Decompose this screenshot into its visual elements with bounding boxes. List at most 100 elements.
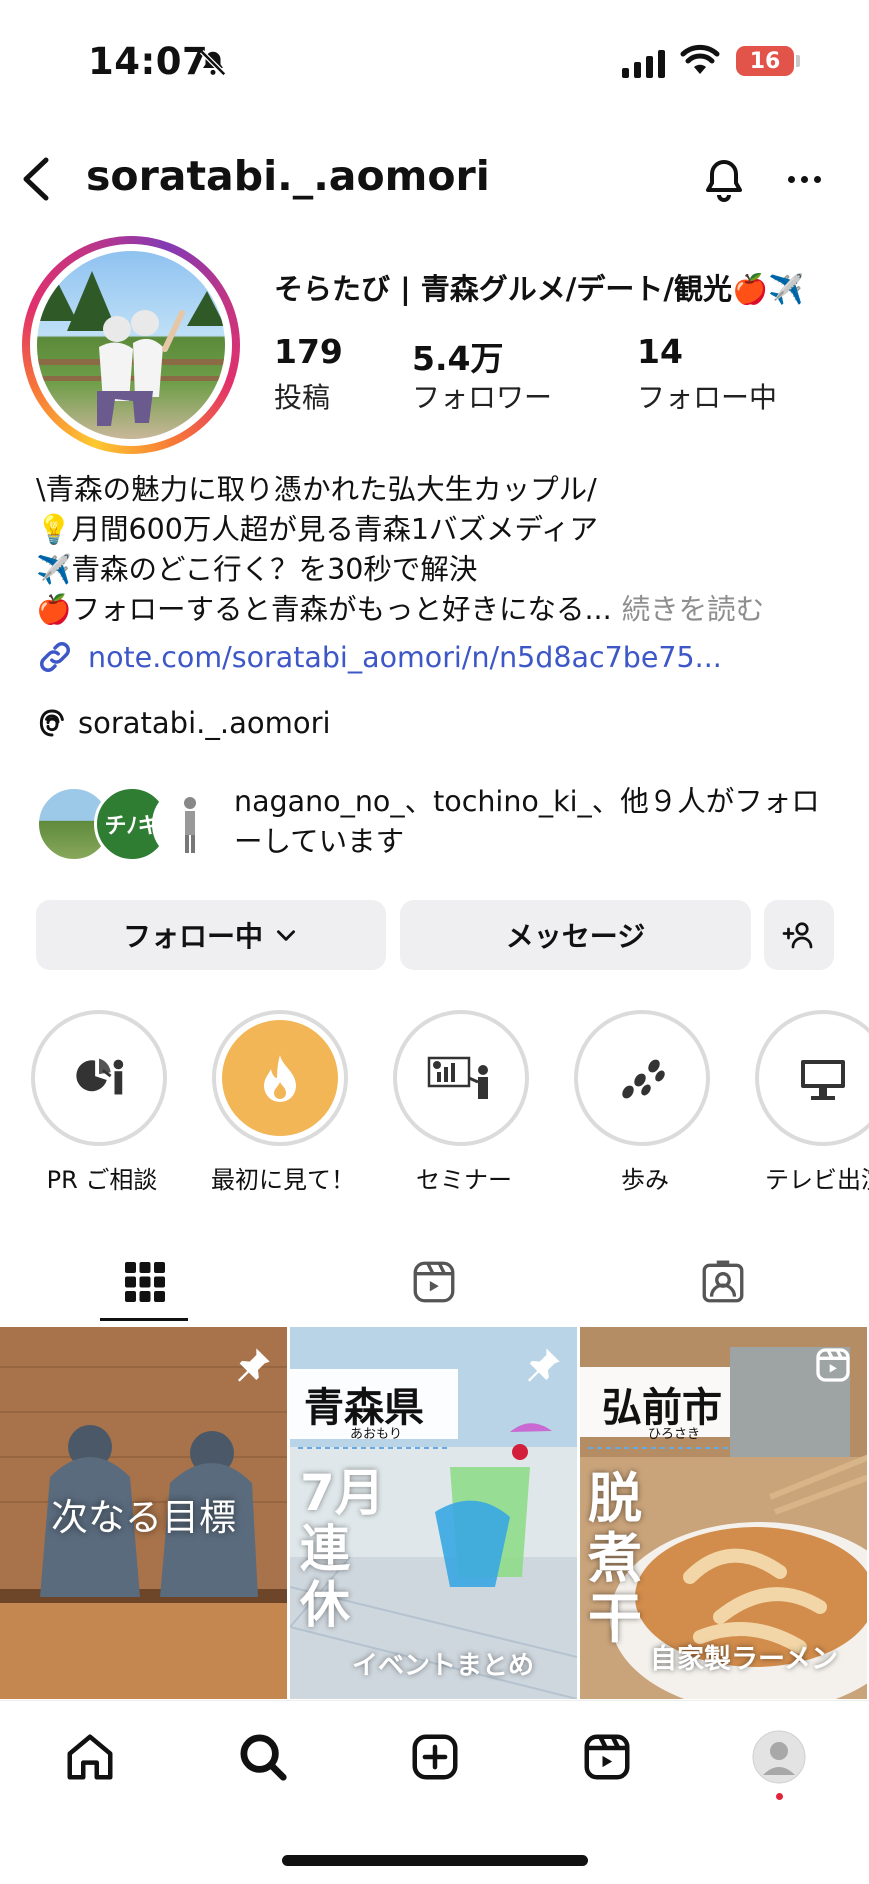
nav-create[interactable]	[405, 1727, 465, 1787]
presentation-icon	[427, 1056, 488, 1099]
tagged-icon	[702, 1260, 743, 1303]
profile-avatar[interactable]	[37, 251, 225, 439]
followers-label[interactable]: フォロワー	[412, 376, 552, 416]
profile-username: soratabi._.aomori	[86, 152, 490, 200]
notification-dot	[776, 1793, 783, 1800]
battery-indicator: 16	[736, 46, 794, 76]
avatar	[152, 786, 228, 862]
bio-line-last: 🍎フォローすると青森がもっと好きになる... 続きを読む	[36, 590, 764, 630]
post-big-text: 7月 連 休	[300, 1465, 385, 1633]
more-options-icon[interactable]	[788, 176, 821, 183]
display-name: そらたび | 青森グルメ/デート/観光🍎✈️	[274, 272, 805, 306]
post-tile[interactable]: 次なる目標	[0, 1327, 287, 1699]
highlight-label: PR ご相談	[46, 1166, 158, 1194]
post-furigana: ひろさき	[648, 1427, 701, 1442]
following-button-label: フォロー中	[122, 920, 263, 953]
post-big-line: 休	[300, 1576, 350, 1634]
cellular-signal-icon	[622, 50, 665, 78]
consult-icon	[76, 1058, 124, 1095]
post-tile[interactable]: 弘前市 ひろさき 脱 煮 干 自家製ラーメン	[580, 1327, 867, 1699]
post-big-line: 脱	[588, 1467, 642, 1530]
post-furigana: あおもり	[350, 1427, 403, 1442]
pin-icon	[238, 1348, 270, 1382]
profile-avatar	[752, 1730, 806, 1784]
link-icon	[40, 642, 70, 672]
highlight-seminar[interactable]: セミナー	[393, 1010, 535, 1195]
highlight-first[interactable]: 最初に見て！	[211, 1010, 355, 1195]
monitor-icon	[801, 1060, 845, 1100]
back-icon[interactable]	[18, 156, 52, 206]
reels-icon	[413, 1261, 454, 1303]
threads-badge[interactable]: soratabi._.aomori	[36, 706, 331, 740]
flame-icon	[264, 1055, 296, 1102]
nav-reels[interactable]	[577, 1727, 637, 1787]
following-button[interactable]: フォロー中	[36, 900, 386, 970]
nav-home[interactable]	[60, 1727, 120, 1787]
highlight-pr[interactable]: PR ご相談	[31, 1010, 173, 1195]
followers-count[interactable]: 5.4万	[412, 332, 503, 380]
suggested-users-button[interactable]	[764, 900, 834, 970]
mutual-followers-avatars[interactable]: チﾉキ	[36, 786, 236, 862]
bio-line: 🍎フォローすると青森がもっと好きになる...	[36, 593, 612, 626]
footsteps-icon	[622, 1059, 665, 1099]
create-icon	[412, 1734, 458, 1780]
highlight-ring	[31, 1010, 167, 1146]
highlight-cover	[41, 1020, 157, 1136]
post-tile[interactable]: 青森県 あおもり 7月 連 休 イベントまとめ	[290, 1327, 577, 1699]
silent-mode-icon	[198, 48, 228, 82]
nav-profile[interactable]	[749, 1727, 809, 1787]
pin-icon	[528, 1348, 560, 1382]
tab-reels[interactable]	[289, 1242, 578, 1322]
tab-posts-grid[interactable]	[0, 1242, 289, 1322]
highlight-label: 歩み	[621, 1166, 669, 1194]
highlight-label: セミナー	[416, 1166, 512, 1194]
posts-count: 179	[274, 332, 343, 371]
highlight-cover	[584, 1020, 700, 1136]
home-indicator	[282, 1855, 588, 1866]
wifi-icon	[680, 44, 720, 80]
following-label[interactable]: フォロー中	[637, 376, 777, 416]
bio-line: ✈️青森のどこ行く？を30秒で解決	[36, 553, 478, 586]
bio-line: \青森の魅力に取り憑かれた弘大生カップル/	[36, 473, 597, 506]
chevron-down-icon	[277, 930, 295, 941]
bio-link-text[interactable]: note.com/soratabi_aomori/n/n5d8ac7be75..…	[88, 641, 722, 674]
tab-tagged[interactable]	[578, 1242, 867, 1322]
mutual-followers-text[interactable]: nagano_no_、tochino_ki_、他９人がフォローしています	[234, 782, 834, 862]
highlight-cover	[222, 1020, 338, 1136]
bio-link[interactable]: note.com/soratabi_aomori/n/n5d8ac7be75..…	[36, 638, 722, 676]
search-icon	[240, 1734, 287, 1781]
post-caption: 自家製ラーメン	[650, 1644, 838, 1675]
home-icon	[67, 1734, 113, 1780]
highlight-label: テレビ出演	[765, 1166, 869, 1194]
highlight-ring	[212, 1010, 348, 1146]
profile-bio: \青森の魅力に取り憑かれた弘大生カップル/ 💡月間600万人超が見る青森1バズメ…	[36, 470, 764, 630]
battery-tip	[796, 55, 800, 67]
highlight-ring	[393, 1010, 529, 1146]
highlight-ring	[574, 1010, 710, 1146]
read-more-link[interactable]: 続きを読む	[622, 590, 765, 630]
post-big-line: 連	[300, 1520, 350, 1578]
post-big-line: 煮	[588, 1527, 642, 1590]
highlight-tv[interactable]: テレビ出演	[755, 1010, 869, 1195]
post-big-line: 7月	[300, 1464, 385, 1522]
threads-handle[interactable]: soratabi._.aomori	[78, 706, 331, 740]
add-person-icon	[782, 922, 813, 949]
status-time: 14:07	[88, 40, 209, 83]
post-caption-overlay: 次なる目標	[51, 1496, 236, 1539]
post-big-line: 干	[588, 1587, 642, 1650]
reel-indicator-icon	[816, 1348, 850, 1382]
reels-icon	[584, 1734, 630, 1780]
post-caption: イベントまとめ	[352, 1651, 535, 1681]
highlight-ring	[755, 1010, 869, 1146]
message-button[interactable]: メッセージ	[400, 900, 751, 970]
bottom-navigation	[0, 1700, 869, 1811]
highlight-label: 最初に見て！	[211, 1166, 355, 1194]
post-big-text: 脱 煮 干	[588, 1469, 642, 1649]
nav-search[interactable]	[233, 1727, 293, 1787]
bio-line: 💡月間600万人超が見る青森1バズメディア	[36, 513, 599, 546]
highlight-cover	[403, 1020, 519, 1136]
following-count[interactable]: 14	[637, 332, 683, 371]
highlight-history[interactable]: 歩み	[574, 1010, 716, 1195]
grid-icon	[124, 1262, 165, 1302]
notification-bell-icon[interactable]	[700, 156, 748, 208]
